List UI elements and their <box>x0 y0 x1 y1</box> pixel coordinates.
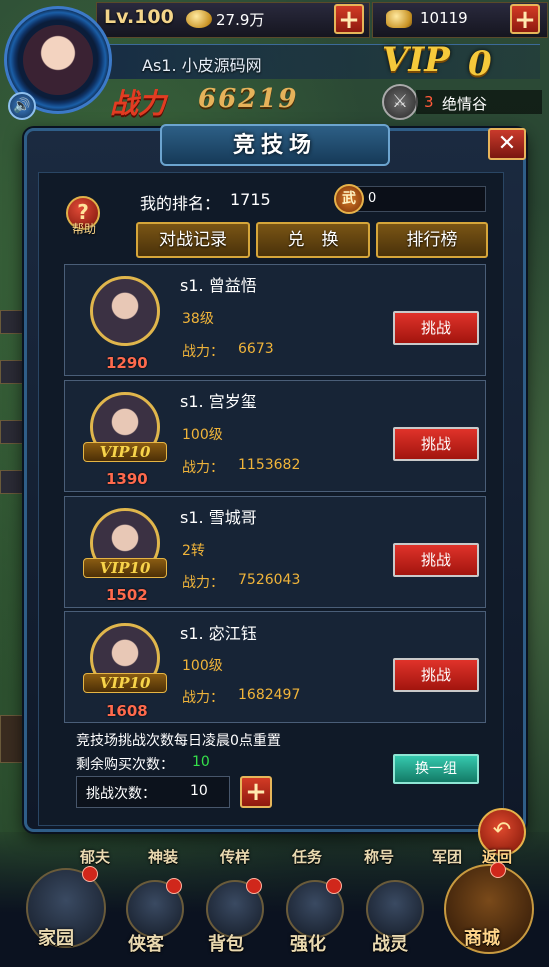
notification-dot <box>490 862 506 878</box>
side-tab-icon[interactable] <box>0 470 24 494</box>
opponent-level: 100级 <box>182 658 223 674</box>
side-tab-icon[interactable] <box>0 360 24 384</box>
battle-record-button[interactable]: 对战记录 <box>136 222 250 258</box>
token-count: 0 <box>368 191 377 206</box>
opponent-power: 1153682 <box>238 457 301 473</box>
arena-title: 竞技场 <box>232 132 317 158</box>
nav-enhance[interactable]: 强化 <box>290 930 326 956</box>
close-button[interactable]: ✕ <box>488 128 526 160</box>
notification-dot <box>82 866 98 882</box>
opponent-rank: 1608 <box>106 702 148 720</box>
vip-label[interactable]: VIP <box>382 40 450 80</box>
opponent-power: 6673 <box>238 341 274 357</box>
opponent-portrait[interactable] <box>90 276 160 346</box>
speaker-icon[interactable]: 🔊 <box>8 92 36 120</box>
menu-item[interactable]: 军团 <box>432 846 462 867</box>
ingot-icon <box>386 10 412 28</box>
opponent-level: 100级 <box>182 427 223 443</box>
opponent-power: 7526043 <box>238 572 301 588</box>
notification-dot <box>326 878 342 894</box>
power-value: 66219 <box>198 84 299 114</box>
arena-token-icon: 武 <box>334 184 364 214</box>
opponent-name: s1. 宓江钰 <box>180 624 257 643</box>
gold-coin-icon <box>186 10 212 28</box>
notification-dot <box>246 878 262 894</box>
menu-item[interactable]: 任务 <box>292 846 322 867</box>
notification-dot <box>166 878 182 894</box>
crossed-swords-icon[interactable]: ⚔ <box>382 84 418 120</box>
vip-badge: VIP10 <box>83 442 167 462</box>
vip-badge: VIP10 <box>83 673 167 693</box>
opponent-rank: 1290 <box>106 354 148 372</box>
ingot-amount: 10119 <box>420 9 468 27</box>
challenge-button[interactable]: 挑战 <box>393 543 479 577</box>
add-gold-button[interactable]: + <box>334 4 364 34</box>
location-name[interactable]: 绝情谷 <box>442 93 487 114</box>
opponent-name: s1. 曾益悟 <box>180 276 257 295</box>
challenge-count-value: 10 <box>190 783 208 799</box>
buy-challenges-button[interactable]: + <box>240 776 272 808</box>
reset-note: 竞技场挑战次数每日凌晨0点重置 <box>76 733 281 749</box>
opponent-rank: 1502 <box>106 586 148 604</box>
side-tab-icon[interactable] <box>0 420 24 444</box>
nav-heroes[interactable]: 侠客 <box>128 930 164 956</box>
opponent-name: s1. 雪城哥 <box>180 508 257 527</box>
remaining-purchases-label: 剩余购买次数： <box>76 757 174 773</box>
exchange-button[interactable]: 兑 换 <box>256 222 370 258</box>
leaderboard-button[interactable]: 排行榜 <box>376 222 488 258</box>
opponent-name: s1. 宫岁玺 <box>180 392 257 411</box>
opponent-power-label: 战力： <box>182 460 224 476</box>
challenge-button[interactable]: 挑战 <box>393 658 479 692</box>
side-tab-icon[interactable] <box>0 715 24 763</box>
challenge-count-label: 挑战次数： <box>86 786 156 802</box>
player-level: Lv.100 <box>104 6 174 28</box>
my-rank-label: 我的排名： <box>140 194 221 213</box>
power-label: 战力 <box>110 87 167 120</box>
opponent-rank: 1390 <box>106 470 148 488</box>
my-rank-value: 1715 <box>230 190 271 209</box>
challenge-button[interactable]: 挑战 <box>393 427 479 461</box>
nav-shop[interactable]: 商城 <box>464 924 500 950</box>
menu-item[interactable]: 郁夫 <box>80 846 110 867</box>
vip-badge: VIP10 <box>83 558 167 578</box>
server-name: As1. 小皮源码网 <box>142 56 262 75</box>
menu-item[interactable]: 神装 <box>148 846 178 867</box>
opponent-level: 38级 <box>182 311 214 327</box>
location-index: 3 <box>424 93 434 111</box>
token-field <box>346 186 486 212</box>
avatar <box>23 25 93 95</box>
opponent-power: 1682497 <box>238 687 301 703</box>
menu-item[interactable]: 传样 <box>220 846 250 867</box>
opponent-level: 2转 <box>182 543 205 559</box>
add-ingot-button[interactable]: + <box>510 4 540 34</box>
nav-war-spirit[interactable]: 战灵 <box>372 930 408 956</box>
challenge-button[interactable]: 挑战 <box>393 311 479 345</box>
opponent-power-label: 战力： <box>182 690 224 706</box>
nav-backpack[interactable]: 背包 <box>208 930 244 956</box>
gold-amount: 27.9万 <box>216 11 265 29</box>
side-tab-icon[interactable] <box>0 310 24 334</box>
nav-home[interactable]: 家园 <box>38 924 74 950</box>
menu-item[interactable]: 称号 <box>364 846 394 867</box>
refresh-opponents-button[interactable]: 换一组 <box>393 754 479 784</box>
opponent-power-label: 战力： <box>182 344 224 360</box>
opponent-power-label: 战力： <box>182 575 224 591</box>
vip-level: 0 <box>468 44 492 84</box>
help-label[interactable]: 帮助 <box>66 220 102 237</box>
remaining-purchases-value: 10 <box>192 754 210 770</box>
